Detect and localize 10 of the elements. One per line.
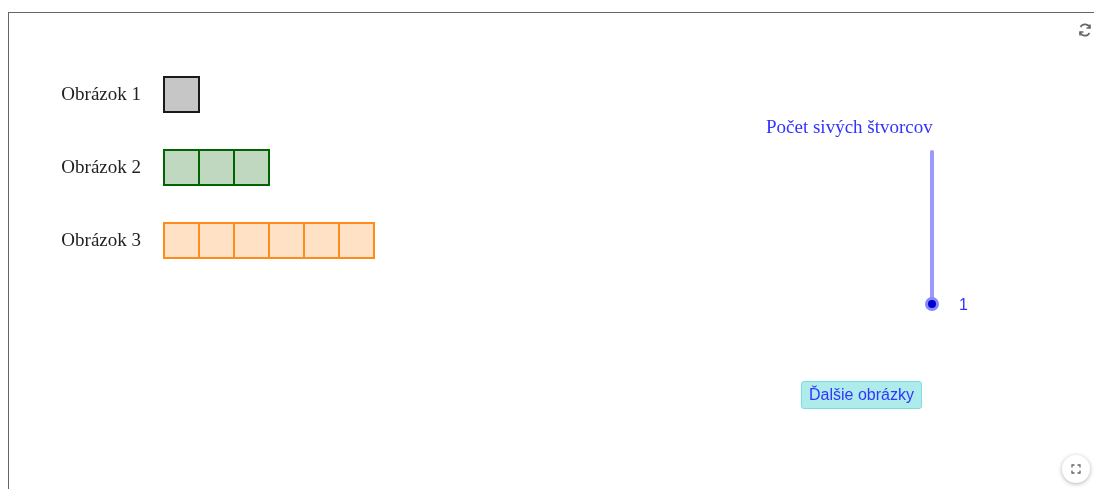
fullscreen-icon (1071, 464, 1081, 474)
figure-label: Obrázok 3 (60, 228, 142, 253)
slider-thumb[interactable] (925, 297, 939, 311)
figure-label: Obrázok 2 (60, 155, 142, 180)
next-pictures-button[interactable]: Ďalšie obrázky (801, 381, 922, 409)
figure-label: Obrázok 1 (60, 82, 142, 107)
fullscreen-button[interactable] (1062, 455, 1090, 483)
slider-value: 1 (959, 295, 968, 315)
refresh-icon[interactable] (1077, 22, 1093, 38)
slider-label: Počet sivých štvorcov (766, 115, 933, 139)
